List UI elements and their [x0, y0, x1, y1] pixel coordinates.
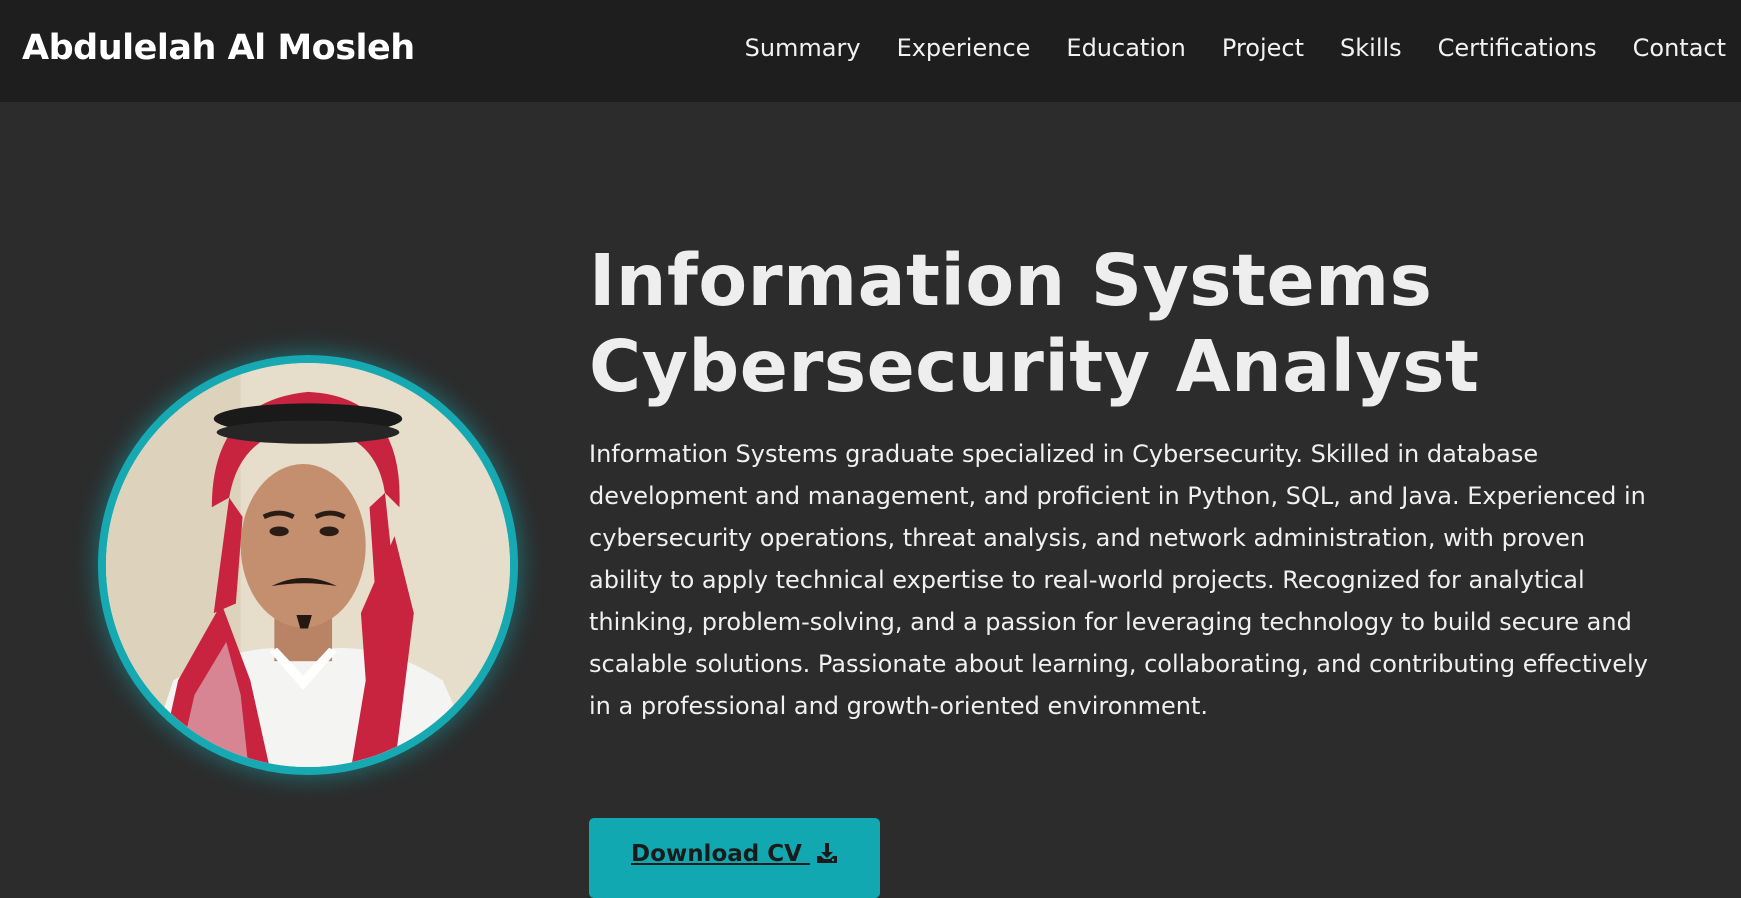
nav-item-experience: Experience: [897, 34, 1031, 62]
nav-link-project[interactable]: Project: [1222, 34, 1304, 62]
nav-link-education[interactable]: Education: [1066, 34, 1185, 62]
profile-portrait: [106, 363, 510, 767]
nav-links: Summary Experience Education Project Ski…: [745, 34, 1726, 62]
nav-item-project: Project: [1222, 34, 1304, 62]
nav-link-contact[interactable]: Contact: [1633, 34, 1726, 62]
nav-item-summary: Summary: [745, 34, 861, 62]
brand-name[interactable]: Abdulelah Al Mosleh: [22, 28, 415, 68]
profile-photo: [98, 355, 518, 775]
download-icon: [816, 842, 838, 870]
nav-link-skills[interactable]: Skills: [1340, 34, 1402, 62]
nav-item-skills: Skills: [1340, 34, 1402, 62]
nav-item-education: Education: [1066, 34, 1185, 62]
nav-link-certifications[interactable]: Certifications: [1438, 34, 1597, 62]
download-cv-label: Download CV: [631, 841, 802, 867]
hero-title: Information Systems Cybersecurity Analys…: [589, 238, 1669, 410]
navbar: Abdulelah Al Mosleh Summary Experience E…: [0, 0, 1741, 102]
nav-item-contact: Contact: [1633, 34, 1726, 62]
download-cv-button[interactable]: Download CV: [589, 818, 880, 898]
nav-link-experience[interactable]: Experience: [897, 34, 1031, 62]
nav-item-certifications: Certifications: [1438, 34, 1597, 62]
hero-title-line-1: Information Systems: [589, 239, 1433, 322]
nav-link-summary[interactable]: Summary: [745, 34, 861, 62]
hero-title-line-2: Cybersecurity Analyst: [589, 325, 1480, 408]
hero-summary: Information Systems graduate specialized…: [589, 440, 1648, 720]
